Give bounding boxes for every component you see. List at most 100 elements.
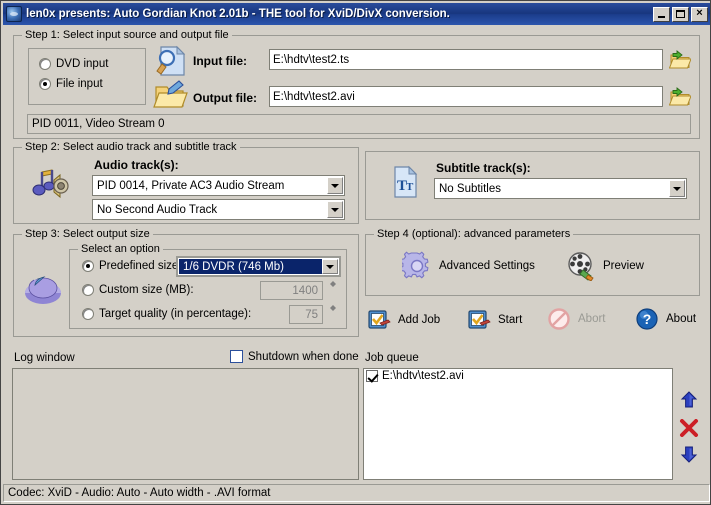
radio-target-quality-label: Target quality (in percentage): bbox=[99, 308, 252, 320]
red-x-icon[interactable] bbox=[679, 419, 699, 437]
step4-group: Step 4 (optional): advanced parameters A… bbox=[365, 228, 700, 296]
radio-file-input[interactable]: File input bbox=[39, 78, 103, 90]
step2-audio-group: Step 2: Select audio track and subtitle … bbox=[13, 141, 359, 224]
shutdown-when-done-checkbox[interactable]: Shutdown when done bbox=[230, 350, 359, 363]
add-job-button[interactable]: Add Job bbox=[367, 308, 440, 332]
music-speaker-icon bbox=[30, 168, 70, 204]
output-file-value: E:\hdtv\test2.avi bbox=[273, 90, 355, 103]
shutdown-when-done-checkbox-marker bbox=[230, 350, 243, 363]
advanced-settings-button[interactable]: Advanced Settings bbox=[402, 251, 535, 281]
radio-dvd-input-label: DVD input bbox=[56, 58, 109, 70]
step1-group: Step 1: Select input source and output f… bbox=[13, 29, 700, 139]
job-queue-list[interactable]: E:\hdtv\test2.avi bbox=[363, 368, 673, 480]
question-circle-icon: ? bbox=[635, 307, 659, 331]
input-file-label: Input file: bbox=[193, 54, 247, 68]
arrow-up-icon[interactable] bbox=[679, 391, 699, 409]
radio-dvd-input-marker bbox=[39, 58, 51, 70]
audio-track-label: Audio track(s): bbox=[94, 158, 179, 172]
input-file-field[interactable]: E:\hdtv\test2.ts bbox=[269, 49, 663, 70]
radio-file-input-label: File input bbox=[56, 78, 103, 90]
minimize-button[interactable] bbox=[653, 6, 670, 22]
input-browse-button[interactable] bbox=[669, 49, 691, 70]
radio-target-quality[interactable]: Target quality (in percentage): bbox=[82, 308, 251, 320]
document-search-icon[interactable] bbox=[153, 44, 189, 78]
custom-size-value: 1400 bbox=[260, 281, 323, 300]
radio-custom-size[interactable]: Custom size (MB): bbox=[82, 284, 194, 296]
abort-button: Abort bbox=[547, 307, 606, 331]
output-file-field[interactable]: E:\hdtv\test2.avi bbox=[269, 86, 663, 107]
radio-dvd-input[interactable]: DVD input bbox=[39, 58, 108, 70]
log-window[interactable] bbox=[12, 368, 359, 480]
list-item[interactable]: E:\hdtv\test2.avi bbox=[364, 369, 672, 383]
job-item-checkbox[interactable] bbox=[366, 370, 378, 382]
target-quality-spin-buttons[interactable] bbox=[324, 305, 341, 324]
custom-size-spin-down[interactable] bbox=[324, 284, 341, 287]
stream-info-bar: PID 0011, Video Stream 0 bbox=[27, 114, 691, 134]
radio-custom-size-label: Custom size (MB): bbox=[99, 284, 194, 296]
shutdown-when-done-label: Shutdown when done bbox=[248, 350, 359, 363]
predefined-size-combo[interactable]: 1/6 DVDR (746 Mb) bbox=[176, 256, 341, 277]
radio-target-quality-marker bbox=[82, 308, 94, 320]
audio-track-1-value: PID 0014, Private AC3 Audio Stream bbox=[97, 179, 285, 192]
audio-track-1-chevron-down-icon[interactable] bbox=[327, 177, 343, 194]
radio-file-input-marker bbox=[39, 78, 51, 90]
maximize-button[interactable] bbox=[672, 6, 689, 22]
select-option-panel: Select an option Predefined size: 1/6 DV… bbox=[69, 243, 347, 329]
checkbox-pen-icon bbox=[367, 308, 391, 332]
arrow-down-icon[interactable] bbox=[679, 445, 699, 463]
close-button[interactable]: × bbox=[691, 6, 708, 22]
svg-text:?: ? bbox=[643, 311, 652, 327]
job-item-label: E:\hdtv\test2.avi bbox=[382, 370, 464, 382]
step2-legend: Step 2: Select audio track and subtitle … bbox=[22, 141, 240, 153]
film-reel-icon bbox=[566, 251, 596, 281]
subtitle-track-combo[interactable]: No Subtitles bbox=[434, 178, 687, 199]
custom-size-stepper[interactable]: 1400 bbox=[260, 281, 341, 300]
step2-subtitle-group: T T Subtitle track(s): No Subtitles bbox=[365, 151, 700, 220]
job-queue-label: Job queue bbox=[365, 352, 419, 364]
target-quality-spin-down[interactable] bbox=[324, 308, 341, 311]
folder-pen-icon[interactable] bbox=[153, 78, 189, 112]
title-bar: len0x presents: Auto Gordian Knot 2.01b … bbox=[3, 3, 710, 25]
log-content bbox=[13, 369, 358, 371]
maximize-icon bbox=[676, 10, 685, 18]
status-bar: Codec: XviD - Audio: Auto - Auto width -… bbox=[3, 484, 710, 502]
radio-custom-size-marker bbox=[82, 284, 94, 296]
input-file-value: E:\hdtv\test2.ts bbox=[273, 53, 350, 66]
log-window-label: Log window bbox=[14, 352, 75, 364]
preview-button[interactable]: Preview bbox=[566, 251, 644, 281]
gear-icon bbox=[402, 251, 432, 281]
step3-group: Step 3: Select output size Select an opt… bbox=[13, 228, 359, 337]
subtitle-track-chevron-down-icon[interactable] bbox=[669, 180, 685, 197]
predefined-size-chevron-down-icon[interactable] bbox=[322, 259, 338, 274]
preview-label: Preview bbox=[603, 260, 644, 272]
audio-track-1-combo[interactable]: PID 0014, Private AC3 Audio Stream bbox=[92, 175, 345, 196]
radio-predefined-size[interactable]: Predefined size: bbox=[82, 260, 181, 272]
target-quality-stepper[interactable]: 75 bbox=[289, 305, 341, 324]
step1-legend: Step 1: Select input source and output f… bbox=[22, 29, 232, 41]
app-globe-icon bbox=[6, 6, 22, 22]
output-file-label: Output file: bbox=[193, 91, 257, 105]
no-entry-icon bbox=[547, 307, 571, 331]
target-quality-value: 75 bbox=[289, 305, 323, 324]
start-button[interactable]: Start bbox=[467, 308, 522, 332]
start-label: Start bbox=[498, 314, 523, 326]
audio-track-2-combo[interactable]: No Second Audio Track bbox=[92, 199, 345, 220]
predefined-size-value: 1/6 DVDR (746 Mb) bbox=[179, 259, 322, 274]
custom-size-spin-buttons[interactable] bbox=[324, 281, 341, 300]
audio-track-2-value: No Second Audio Track bbox=[97, 203, 218, 216]
application-window: len0x presents: Auto Gordian Knot 2.01b … bbox=[0, 0, 711, 505]
stream-info-text: PID 0011, Video Stream 0 bbox=[32, 118, 165, 130]
abort-label: Abort bbox=[578, 313, 606, 325]
about-label: About bbox=[666, 313, 697, 325]
input-source-panel: DVD input File input bbox=[28, 48, 146, 105]
status-bar-text: Codec: XviD - Audio: Auto - Auto width -… bbox=[8, 487, 271, 499]
audio-track-2-chevron-down-icon[interactable] bbox=[327, 201, 343, 218]
subtitle-track-value: No Subtitles bbox=[439, 182, 502, 195]
step4-legend: Step 4 (optional): advanced parameters bbox=[374, 228, 574, 240]
output-browse-button[interactable] bbox=[669, 86, 691, 107]
close-icon: × bbox=[696, 7, 703, 19]
checkbox-pen-icon bbox=[467, 308, 491, 332]
select-option-legend: Select an option bbox=[78, 243, 163, 255]
about-button[interactable]: ? About bbox=[635, 307, 696, 331]
minimize-icon bbox=[658, 15, 665, 18]
